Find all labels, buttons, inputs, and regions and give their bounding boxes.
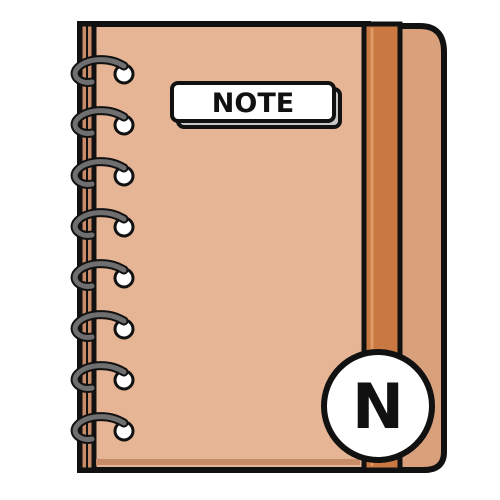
- label-text: NOTE: [212, 88, 294, 119]
- label-plate: NOTE: [170, 81, 342, 129]
- notebook-icon: NOTE N: [70, 21, 447, 473]
- n-badge: N: [321, 349, 435, 463]
- badge-letter: N: [352, 370, 404, 443]
